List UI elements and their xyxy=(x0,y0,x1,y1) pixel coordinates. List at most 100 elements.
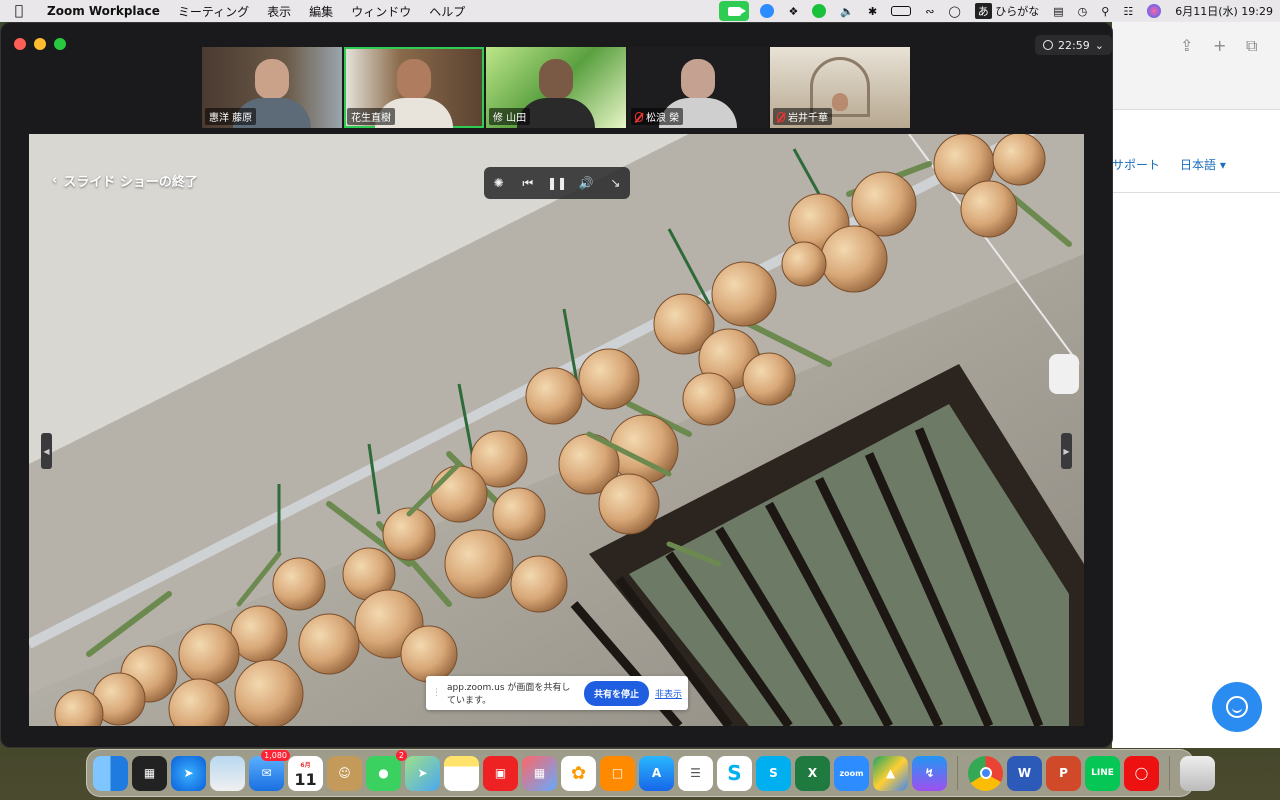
apple-menu-icon[interactable]:  xyxy=(0,3,38,19)
line-app-icon[interactable]: LINE xyxy=(1085,755,1120,791)
background-browser-window: ⇪ + ⧉ サポート 日本語 ▾ xyxy=(1112,22,1280,748)
input-mode-icon[interactable]: あ ひらがな xyxy=(968,0,1047,22)
zoom-app-icon[interactable]: zoom xyxy=(834,755,869,791)
clock-icon xyxy=(1043,40,1053,50)
mic-muted-icon xyxy=(635,111,643,122)
participant-strip: 惠洋 藤原 花生直樹 修 山田 松浪 榮 岩井千華 xyxy=(202,47,910,128)
contacts-icon[interactable]: ☺ xyxy=(327,755,362,791)
nav-language[interactable]: 日本語 ▾ xyxy=(1180,156,1226,173)
skype-business-icon[interactable]: S xyxy=(756,755,791,791)
menu-bar:  Zoom Workplace ミーティング 表示 編集 ウィンドウ ヘルプ … xyxy=(0,0,1280,22)
bluetooth-icon[interactable]: ✱ xyxy=(861,0,884,22)
reminders-icon[interactable]: ☰ xyxy=(678,755,713,791)
chat-support-button[interactable] xyxy=(1212,682,1262,732)
word-icon[interactable]: W xyxy=(1007,755,1042,791)
user-icon[interactable]: ◯ xyxy=(941,0,967,22)
books-icon[interactable]: □ xyxy=(600,755,635,791)
meeting-timer-value: 22:59 xyxy=(1058,38,1090,52)
wifi-icon[interactable]: ∾ xyxy=(918,0,941,22)
menu-help[interactable]: ヘルプ xyxy=(420,3,474,20)
stop-share-button[interactable]: 共有を停止 xyxy=(583,680,649,706)
photos-icon[interactable]: ✿ xyxy=(561,755,596,791)
calendar-day: 11 xyxy=(294,770,317,789)
finder-icon[interactable] xyxy=(93,755,128,791)
participant-video[interactable]: 松浪 榮 xyxy=(628,47,768,128)
zoom-window-button[interactable] xyxy=(54,38,66,50)
hide-banner-link[interactable]: 非表示 xyxy=(655,687,682,700)
pause-icon[interactable]: ❚❚ xyxy=(547,176,567,190)
siri-icon[interactable] xyxy=(1140,0,1168,22)
mic-muted-icon xyxy=(777,111,785,122)
messenger-icon[interactable]: ↯ xyxy=(912,755,947,791)
next-slide-button[interactable]: ▶ xyxy=(1061,433,1072,469)
app-store-icon[interactable]: A xyxy=(639,755,674,791)
notes-icon[interactable] xyxy=(444,755,479,791)
previous-icon[interactable]: ⏮ xyxy=(518,176,538,191)
powerpoint-icon[interactable]: P xyxy=(1046,755,1081,791)
spotlight-search-icon[interactable]: ⚲ xyxy=(1094,0,1116,22)
dock-separator xyxy=(957,756,958,790)
mail-icon[interactable]: ✉ 1,080 xyxy=(249,749,290,791)
nav-support[interactable]: サポート xyxy=(1112,156,1160,173)
chat-icon xyxy=(1226,696,1248,718)
keyboard-icon[interactable]: ▤ xyxy=(1046,0,1070,22)
chrome-icon[interactable] xyxy=(968,755,1003,791)
maps-icon[interactable]: ➤ xyxy=(405,755,440,791)
pointer-tool-icon[interactable]: ✺ xyxy=(489,176,509,190)
zoom-menu-icon[interactable] xyxy=(753,0,781,22)
menu-meeting[interactable]: ミーティング xyxy=(169,3,258,20)
participant-name-label: 松浪 榮 xyxy=(631,108,684,125)
mail-badge: 1,080 xyxy=(261,749,290,761)
participant-video[interactable]: 惠洋 藤原 xyxy=(202,47,342,128)
onions-photo xyxy=(29,134,1084,726)
menu-edit[interactable]: 編集 xyxy=(300,3,342,20)
photo-booth-icon[interactable]: ▣ xyxy=(483,755,518,791)
exit-fullscreen-icon[interactable]: ↘ xyxy=(605,176,625,190)
participant-name-label: 花生直樹 xyxy=(347,108,395,125)
app-menu[interactable]: Zoom Workplace xyxy=(38,4,169,18)
zoom-video-status-icon[interactable] xyxy=(719,1,750,21)
end-slideshow-label: スライド ショーの終了 xyxy=(63,175,198,190)
launchpad-icon[interactable]: ▦ xyxy=(522,755,557,791)
calendar-icon[interactable]: 6月 11 xyxy=(288,755,323,791)
drag-handle-icon[interactable]: ⋮ xyxy=(432,688,441,698)
chevron-left-icon: ‹ xyxy=(52,173,58,188)
menu-view[interactable]: 表示 xyxy=(258,3,300,20)
control-center-icon[interactable]: ☷ xyxy=(1116,0,1140,22)
preview-icon[interactable] xyxy=(210,755,245,791)
line-icon[interactable] xyxy=(805,0,833,22)
previous-slide-button[interactable]: ◀ xyxy=(41,433,52,469)
tab-overview-icon[interactable]: ⧉ xyxy=(1246,36,1257,56)
meeting-timer[interactable]: 22:59 ⌄ xyxy=(1035,35,1112,55)
participant-video[interactable]: 岩井千華 xyxy=(770,47,910,128)
dock: ▦ ➤ ✉ 1,080 6月 11 ☺ ● 2 ➤ ▣ ▦ ✿ □ A ☰ S S X… xyxy=(86,749,1215,797)
dropbox-icon[interactable]: ❖ xyxy=(781,0,805,22)
shared-screen-photo xyxy=(29,134,1084,726)
security-app-icon[interactable]: ◯ xyxy=(1124,755,1159,791)
battery-icon[interactable] xyxy=(884,0,918,22)
messages-icon[interactable]: ● 2 xyxy=(366,749,407,791)
skype-icon[interactable]: S xyxy=(717,755,752,791)
time-machine-icon[interactable]: ◷ xyxy=(1071,0,1095,22)
site-nav: サポート 日本語 ▾ xyxy=(1112,156,1226,173)
participant-name-label: 惠洋 藤原 xyxy=(205,108,257,125)
google-drive-icon[interactable]: ▲ xyxy=(873,755,908,791)
mission-control-icon[interactable]: ▦ xyxy=(132,755,167,791)
participant-name-label: 岩井千華 xyxy=(773,108,832,125)
volume-icon[interactable]: 🔈 xyxy=(833,0,861,22)
participant-video[interactable]: 修 山田 xyxy=(486,47,626,128)
trash-icon[interactable] xyxy=(1180,755,1215,791)
zoom-app-label: zoom xyxy=(839,768,864,778)
end-slideshow-button[interactable]: ‹ スライド ショーの終了 xyxy=(52,171,198,190)
volume-icon[interactable]: 🔊 xyxy=(576,176,596,190)
safari-icon[interactable]: ➤ xyxy=(171,755,206,791)
menu-window[interactable]: ウィンドウ xyxy=(342,3,420,20)
close-window-button[interactable] xyxy=(14,38,26,50)
excel-icon[interactable]: X xyxy=(795,755,830,791)
new-tab-icon[interactable]: + xyxy=(1213,36,1226,55)
minimize-window-button[interactable] xyxy=(34,38,46,50)
share-icon[interactable]: ⇪ xyxy=(1180,36,1193,55)
clock[interactable]: 6月11日(水) 19:29 xyxy=(1168,0,1280,22)
participant-video-active-speaker[interactable]: 花生直樹 xyxy=(344,47,484,128)
screen-share-banner: ⋮ app.zoom.us が画面を共有しています。 共有を停止 非表示 xyxy=(426,676,688,710)
